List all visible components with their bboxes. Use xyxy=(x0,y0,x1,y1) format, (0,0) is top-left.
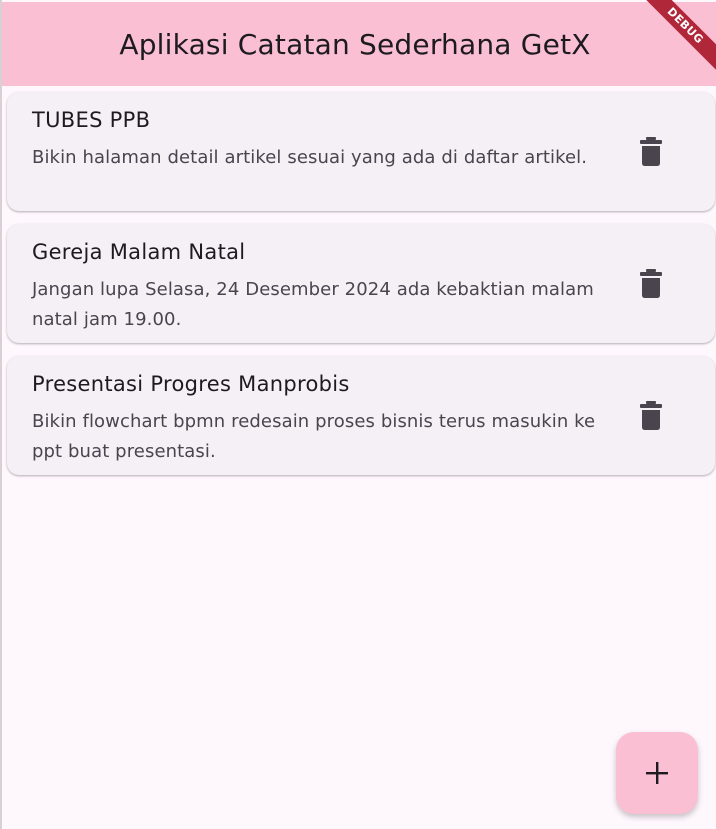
note-card[interactable]: Gereja Malam Natal Jangan lupa Selasa, 2… xyxy=(7,224,715,343)
delete-note-button[interactable] xyxy=(627,128,675,176)
note-list: TUBES PPB Bikin halaman detail artikel s… xyxy=(7,92,715,488)
note-body: Bikin flowchart bpmn redesain proses bis… xyxy=(32,411,596,462)
note-title: TUBES PPB xyxy=(32,108,151,132)
trash-icon xyxy=(640,401,662,430)
note-title: Gereja Malam Natal xyxy=(32,240,246,264)
app-title: Aplikasi Catatan Sederhana GetX xyxy=(119,27,591,61)
trash-icon xyxy=(640,137,662,166)
note-body: Bikin halaman detail artikel sesuai yang… xyxy=(32,147,588,168)
note-card[interactable]: Presentasi Progres Manprobis Bikin flowc… xyxy=(7,356,715,475)
note-card[interactable]: TUBES PPB Bikin halaman detail artikel s… xyxy=(7,92,715,211)
note-body: Jangan lupa Selasa, 24 Desember 2024 ada… xyxy=(32,279,594,330)
note-title: Presentasi Progres Manprobis xyxy=(32,372,350,396)
plus-icon xyxy=(646,762,668,784)
add-note-button[interactable] xyxy=(616,732,698,814)
window-edge xyxy=(0,0,2,829)
app-bar: Aplikasi Catatan Sederhana GetX xyxy=(2,2,716,86)
delete-note-button[interactable] xyxy=(627,392,675,440)
trash-icon xyxy=(640,269,662,298)
delete-note-button[interactable] xyxy=(627,260,675,308)
